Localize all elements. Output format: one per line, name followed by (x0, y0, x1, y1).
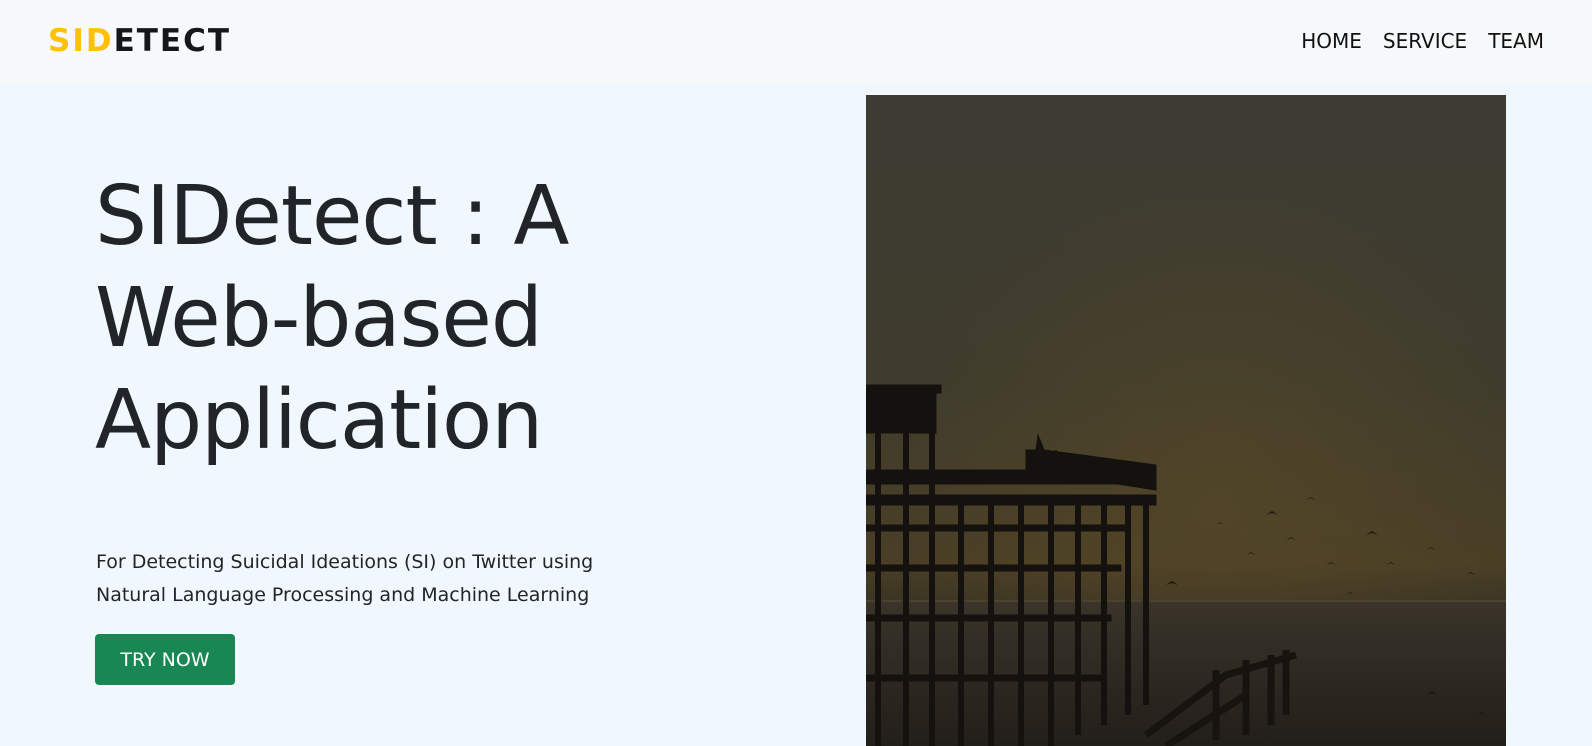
hero-subtitle-line: Natural Language Processing and Machine … (96, 584, 590, 606)
navbar: SIDETECT HOME SERVICE TEAM (0, 0, 1592, 84)
hero-title: SIDetect : A Web-based Application (95, 166, 815, 472)
nav-menu: HOME SERVICE TEAM (1301, 28, 1544, 54)
hero-image (866, 95, 1506, 746)
brand-logo-rest: ETECT (113, 23, 231, 59)
hero-title-line: SIDetect : A (95, 169, 570, 264)
nav-service-link[interactable]: SERVICE (1383, 28, 1467, 54)
brand-logo-accent: SID (48, 23, 114, 59)
pier-photo (866, 95, 1506, 746)
nav-home-link[interactable]: HOME (1301, 28, 1362, 54)
nav-team-link[interactable]: TEAM (1488, 28, 1544, 54)
hero-subtitle: For Detecting Suicidal Ideations (SI) on… (96, 546, 736, 612)
brand-logo[interactable]: SIDETECT (48, 22, 231, 60)
hero-title-line: Web-based (95, 271, 543, 366)
hero-subtitle-line: For Detecting Suicidal Ideations (SI) on… (96, 551, 594, 573)
try-now-button[interactable]: TRY NOW (95, 634, 235, 685)
hero-title-line: Application (95, 373, 543, 468)
